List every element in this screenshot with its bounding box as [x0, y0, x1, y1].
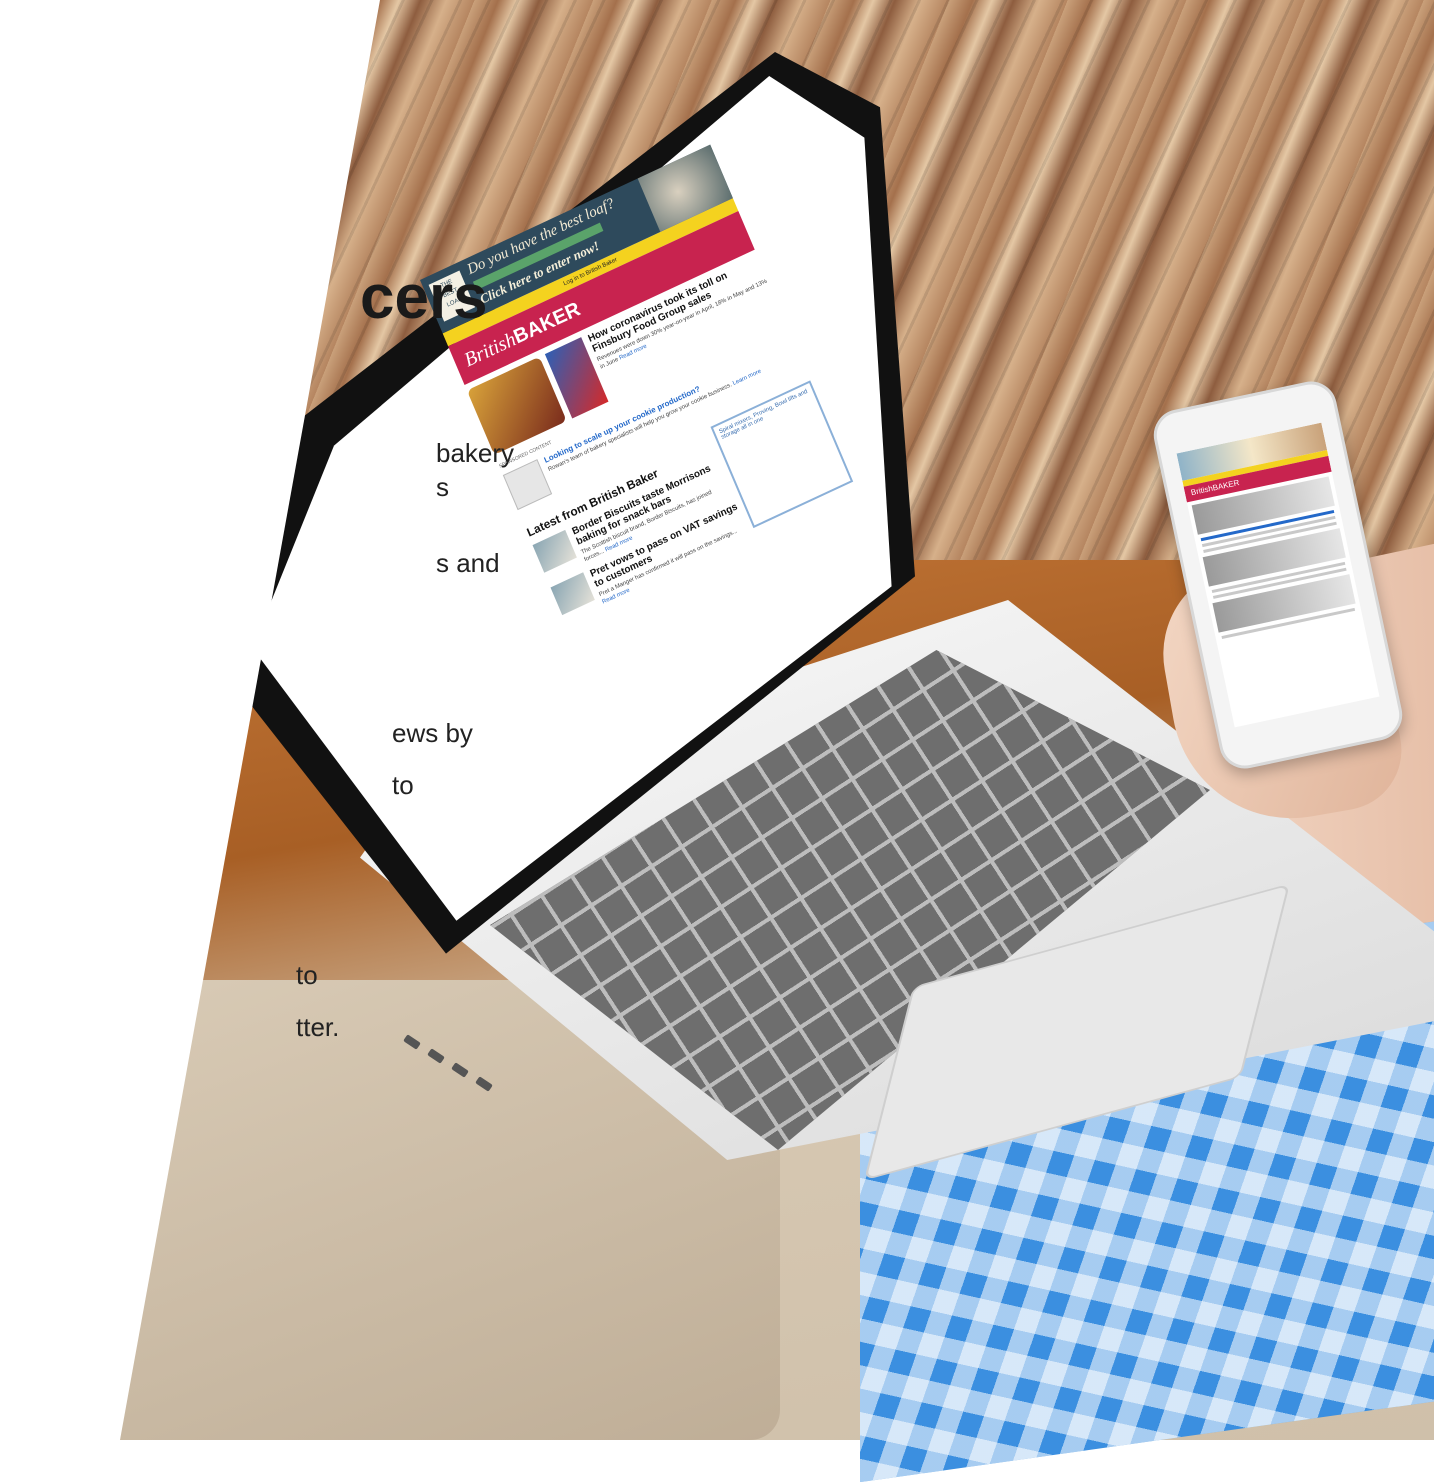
slide-body-line: s and: [436, 548, 500, 578]
phone-screen: BritishBAKER: [1176, 422, 1380, 728]
slide-heading: cers: [360, 263, 488, 332]
slide-body-line: to: [296, 960, 318, 990]
slide-body-line: s: [436, 472, 449, 502]
slide-body-line: bakery: [436, 438, 515, 468]
slide-body-line: ews by: [392, 718, 473, 748]
slide-body-line: to: [392, 770, 414, 800]
slide-body-line: tter.: [296, 1012, 340, 1042]
